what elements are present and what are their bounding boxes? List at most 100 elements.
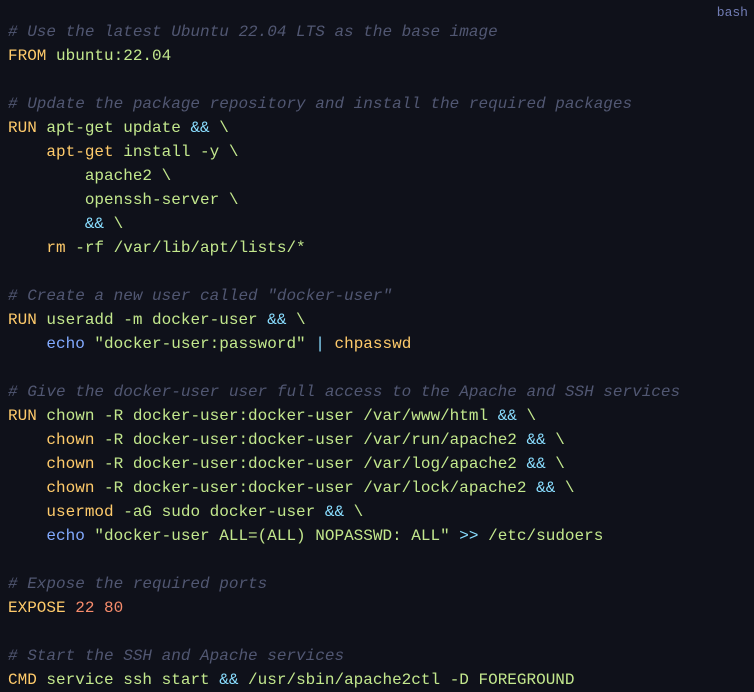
code-token-text: service ssh start	[36, 671, 220, 689]
code-token-keyword: FROM	[8, 47, 47, 65]
code-line: apt-get install -y \	[8, 140, 746, 164]
code-line: usermod -aG sudo docker-user && \	[8, 500, 746, 524]
code-token-text: ubuntu:22.04	[46, 47, 172, 65]
code-token-text: \	[516, 407, 537, 425]
code-token-operator: &&	[324, 503, 345, 521]
code-token-text: chown -R docker-user:docker-user /var/ww…	[36, 407, 498, 425]
code-token-text: -R docker-user:docker-user /var/lock/apa…	[94, 479, 537, 497]
code-token-number: 80	[104, 599, 124, 617]
code-token-string: "docker-user:password"	[94, 335, 306, 353]
code-token-operator: &&	[267, 311, 287, 329]
code-token-operator: &&	[526, 431, 546, 449]
code-line: # Start the SSH and Apache services	[8, 644, 746, 668]
code-line: openssh-server \	[8, 188, 746, 212]
code-token-text: /etc/sudoers	[478, 527, 604, 545]
code-token-text: \	[104, 215, 124, 233]
code-token-text: \	[286, 311, 306, 329]
code-token-command: chpasswd	[334, 335, 412, 353]
code-token-command: rm	[46, 239, 66, 257]
code-line: # Create a new user called "docker-user"	[8, 284, 746, 308]
code-token-text: -aG sudo docker-user	[113, 503, 325, 521]
code-line: && \	[8, 212, 746, 236]
code-token-operator: &&	[497, 407, 517, 425]
code-token-operator: &&	[536, 479, 556, 497]
code-line: EXPOSE 22 80	[8, 596, 746, 620]
code-token-builtin: echo	[46, 335, 85, 353]
code-token-keyword: RUN	[8, 119, 37, 137]
code-token-comment: # Create a new user called "docker-user"	[8, 287, 393, 305]
code-line: chown -R docker-user:docker-user /var/lo…	[8, 476, 746, 500]
code-line: chown -R docker-user:docker-user /var/ru…	[8, 428, 746, 452]
code-line: RUN apt-get update && \	[8, 116, 746, 140]
code-line: RUN useradd -m docker-user && \	[8, 308, 746, 332]
code-token-comment: # Use the latest Ubuntu 22.04 LTS as the…	[8, 23, 498, 41]
code-token-command: apt-get	[46, 143, 114, 161]
code-token-string: "docker-user ALL=(ALL) NOPASSWD: ALL"	[94, 527, 450, 545]
language-badge: bash	[716, 5, 748, 20]
code-token-keyword: RUN	[8, 407, 37, 425]
code-token-text: apache2 \	[8, 167, 172, 185]
code-token-builtin: echo	[46, 527, 85, 545]
code-token-text: /usr/sbin/apache2ctl -D FOREGROUND	[238, 671, 575, 689]
code-line: RUN chown -R docker-user:docker-user /va…	[8, 404, 746, 428]
code-line: echo "docker-user ALL=(ALL) NOPASSWD: AL…	[8, 524, 746, 548]
code-token-comment: # Start the SSH and Apache services	[8, 647, 345, 665]
code-line: # Use the latest Ubuntu 22.04 LTS as the…	[8, 20, 746, 44]
code-token-text: \	[545, 455, 565, 473]
code-token-number: 22	[75, 599, 95, 617]
code-token-command: usermod	[46, 503, 114, 521]
code-token-text: \	[209, 119, 229, 137]
code-token-keyword: CMD	[8, 671, 37, 689]
code-token-operator: &&	[84, 215, 105, 233]
code-token-text: useradd -m docker-user	[36, 311, 268, 329]
code-token-operator: |	[315, 335, 325, 353]
code-token-text: \	[344, 503, 364, 521]
code-token-text: \	[555, 479, 575, 497]
code-line: chown -R docker-user:docker-user /var/lo…	[8, 452, 746, 476]
code-token-operator: &&	[526, 455, 546, 473]
code-token-command: chown	[46, 455, 95, 473]
code-line: CMD service ssh start && /usr/sbin/apach…	[8, 668, 746, 692]
code-token-command: chown	[46, 479, 95, 497]
code-line: FROM ubuntu:22.04	[8, 44, 746, 68]
code-token-text: install -y \	[113, 143, 239, 161]
code-token-command: chown	[46, 431, 95, 449]
code-line: rm -rf /var/lib/apt/lists/*	[8, 236, 746, 260]
code-token-keyword: RUN	[8, 311, 37, 329]
code-token-text: apt-get update	[36, 119, 191, 137]
code-token-text: -R docker-user:docker-user /var/log/apac…	[94, 455, 527, 473]
code-line: echo "docker-user:password" | chpasswd	[8, 332, 746, 356]
code-token-operator: &&	[190, 119, 210, 137]
code-token-text: -R docker-user:docker-user /var/run/apac…	[94, 431, 527, 449]
code-line: # Expose the required ports	[8, 572, 746, 596]
code-line: # Update the package repository and inst…	[8, 92, 746, 116]
code-token-operator: >>	[459, 527, 479, 545]
code-token-comment: # Update the package repository and inst…	[8, 95, 633, 113]
code-token-text: openssh-server \	[8, 191, 239, 209]
code-token-keyword: EXPOSE	[8, 599, 66, 617]
code-token-operator: &&	[219, 671, 239, 689]
code-line: apache2 \	[8, 164, 746, 188]
code-token-text: -rf /var/lib/apt/lists/*	[65, 239, 306, 257]
code-token-text: \	[545, 431, 565, 449]
code-block: bash # Use the latest Ubuntu 22.04 LTS a…	[0, 0, 754, 692]
